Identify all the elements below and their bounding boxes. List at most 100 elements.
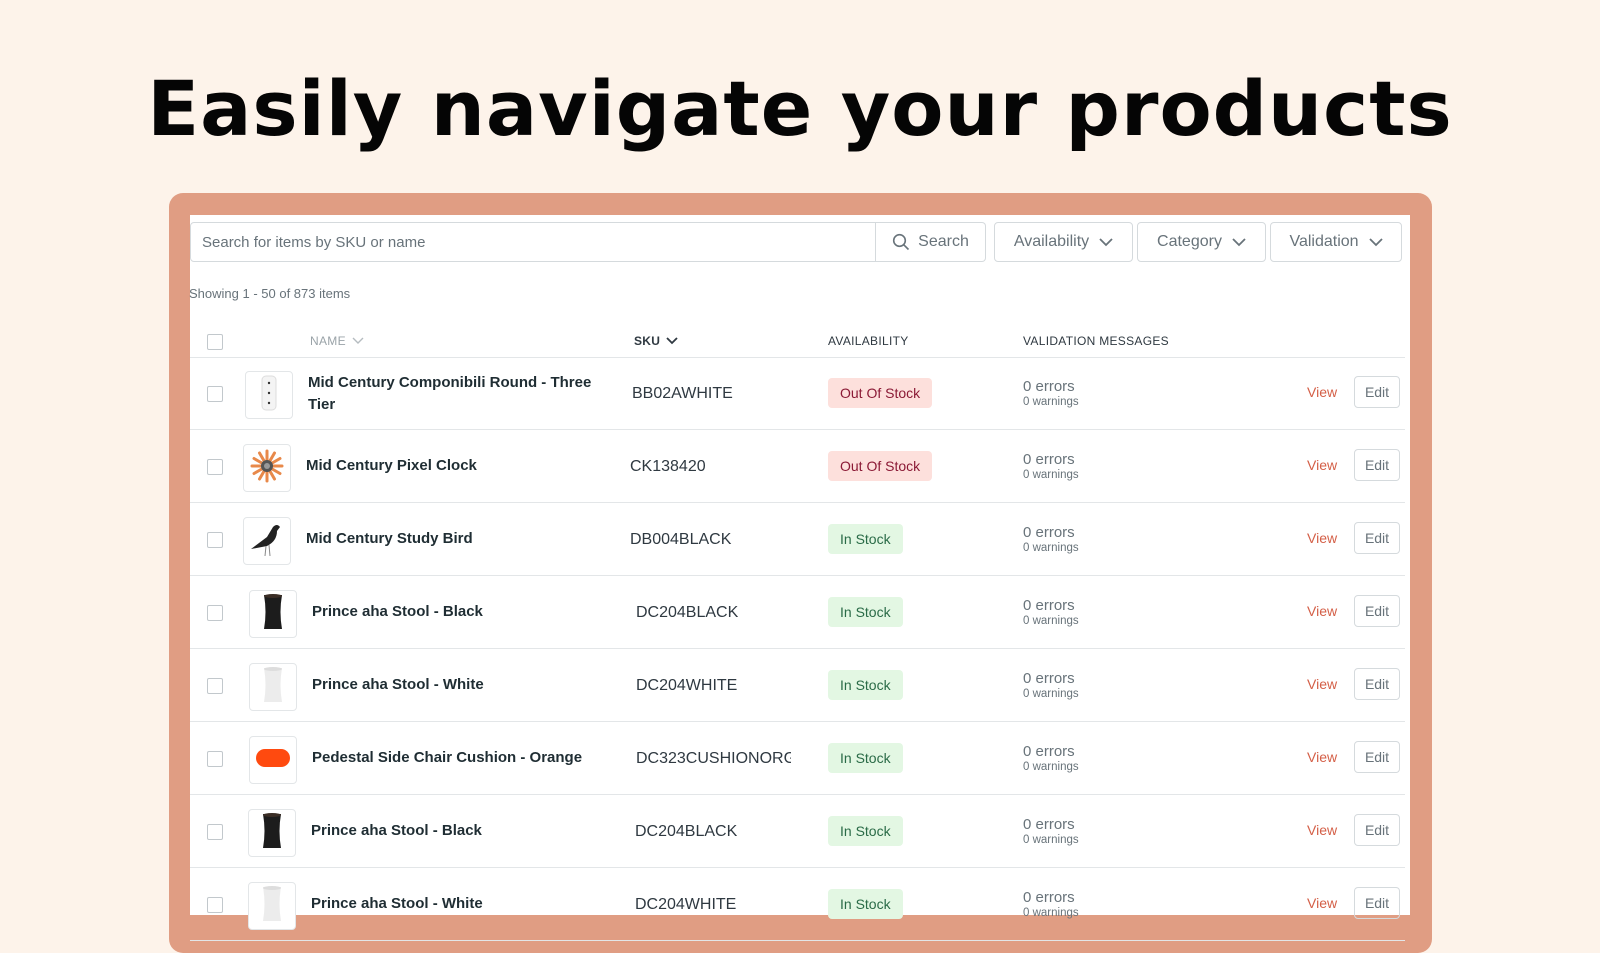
warning-count: 0 warnings <box>1023 396 1079 408</box>
toolbar: Search for items by SKU or name Search A… <box>190 222 1402 264</box>
product-thumbnail <box>249 736 297 784</box>
column-validation: VALIDATION MESSAGES <box>1023 334 1169 348</box>
row-checkbox[interactable] <box>207 459 223 475</box>
search-button[interactable]: Search <box>876 222 986 262</box>
warning-count: 0 warnings <box>1023 615 1079 627</box>
availability-filter-label: Availability <box>1013 233 1090 250</box>
column-name[interactable]: NAME <box>310 334 364 348</box>
validation-messages: 0 errors 0 warnings <box>1023 670 1079 701</box>
product-sku: DC323CUSHIONORG <box>636 750 791 767</box>
view-link[interactable]: View <box>1307 530 1337 546</box>
availability-badge: Out Of Stock <box>828 451 933 481</box>
edit-button[interactable]: Edit <box>1354 741 1400 773</box>
edit-button[interactable]: Edit <box>1354 595 1400 627</box>
black-stool-icon <box>258 811 286 856</box>
validation-messages: 0 errors 0 warnings <box>1023 378 1079 409</box>
availability-badge: In Stock <box>828 889 903 919</box>
validation-messages: 0 errors 0 warnings <box>1023 743 1079 774</box>
product-name[interactable]: Mid Century Study Bird <box>306 528 606 550</box>
table-row[interactable]: Mid Century Study Bird DB004BLACK In Sto… <box>190 503 1405 576</box>
product-name[interactable]: Prince aha Stool - Black <box>312 601 612 623</box>
product-thumbnail <box>249 663 297 711</box>
table-row[interactable]: Prince aha Stool - White DC204WHITE In S… <box>190 649 1405 722</box>
warning-count: 0 warnings <box>1023 907 1079 919</box>
magnifier-icon <box>893 233 910 251</box>
product-sku: DC204BLACK <box>636 604 739 621</box>
table-row[interactable]: Prince aha Stool - Black DC204BLACK In S… <box>190 795 1405 868</box>
table-row[interactable]: Mid Century Pixel Clock CK138420 Out Of … <box>190 430 1405 503</box>
view-link[interactable]: View <box>1307 895 1337 911</box>
row-checkbox[interactable] <box>207 532 223 548</box>
edit-button[interactable]: Edit <box>1354 814 1400 846</box>
validation-messages: 0 errors 0 warnings <box>1023 889 1079 920</box>
row-checkbox[interactable] <box>207 678 223 694</box>
search-input[interactable]: Search for items by SKU or name <box>190 222 876 262</box>
availability-filter[interactable]: Availability <box>994 222 1133 262</box>
edit-button[interactable]: Edit <box>1354 449 1400 481</box>
table-row[interactable]: Prince aha Stool - White DC204WHITE In S… <box>190 868 1405 941</box>
edit-button[interactable]: Edit <box>1354 522 1400 554</box>
view-link[interactable]: View <box>1307 384 1337 400</box>
edit-button[interactable]: Edit <box>1354 668 1400 700</box>
warning-count: 0 warnings <box>1023 542 1079 554</box>
product-sku: DC204WHITE <box>636 677 738 694</box>
product-name[interactable]: Mid Century Componibili Round - Three Ti… <box>308 372 608 416</box>
product-name[interactable]: Prince aha Stool - Black <box>311 820 611 842</box>
error-count: 0 errors <box>1023 597 1075 614</box>
edit-button[interactable]: Edit <box>1354 376 1400 408</box>
table-row[interactable]: Pedestal Side Chair Cushion - Orange DC3… <box>190 722 1405 795</box>
view-link[interactable]: View <box>1307 749 1337 765</box>
validation-filter[interactable]: Validation <box>1270 222 1402 262</box>
error-count: 0 errors <box>1023 451 1075 468</box>
product-name[interactable]: Pedestal Side Chair Cushion - Orange <box>312 747 612 769</box>
error-count: 0 errors <box>1023 670 1075 687</box>
row-checkbox[interactable] <box>207 605 223 621</box>
validation-messages: 0 errors 0 warnings <box>1023 597 1079 628</box>
category-filter[interactable]: Category <box>1137 222 1266 262</box>
availability-badge: In Stock <box>828 670 903 700</box>
product-thumbnail <box>243 444 291 492</box>
row-checkbox[interactable] <box>207 751 223 767</box>
white-cabinet-icon <box>254 373 284 418</box>
white-stool-icon <box>258 884 286 929</box>
product-name[interactable]: Prince aha Stool - White <box>312 674 612 696</box>
column-availability: AVAILABILITY <box>828 334 909 348</box>
validation-messages: 0 errors 0 warnings <box>1023 816 1079 847</box>
sunburst-clock-icon <box>249 448 285 489</box>
view-link[interactable]: View <box>1307 822 1337 838</box>
availability-badge: Out Of Stock <box>828 378 933 408</box>
validation-filter-label: Validation <box>1289 233 1359 250</box>
select-all-checkbox[interactable] <box>207 334 223 350</box>
product-thumbnail <box>245 371 293 419</box>
headline: Easily navigate your products <box>147 64 1453 153</box>
black-bird-icon <box>247 519 287 564</box>
product-thumbnail <box>248 809 296 857</box>
product-sku: DB004BLACK <box>630 531 732 548</box>
view-link[interactable]: View <box>1307 457 1337 473</box>
table-row[interactable]: Prince aha Stool - Black DC204BLACK In S… <box>190 576 1405 649</box>
column-sku-label: SKU <box>634 334 661 348</box>
edit-button[interactable]: Edit <box>1354 887 1400 919</box>
product-sku: CK138420 <box>630 458 706 475</box>
view-link[interactable]: View <box>1307 676 1337 692</box>
error-count: 0 errors <box>1023 378 1075 395</box>
product-sku: DC204WHITE <box>635 896 737 913</box>
availability-badge: In Stock <box>828 743 903 773</box>
search-placeholder: Search for items by SKU or name <box>202 233 426 251</box>
row-checkbox[interactable] <box>207 824 223 840</box>
error-count: 0 errors <box>1023 816 1075 833</box>
view-link[interactable]: View <box>1307 603 1337 619</box>
results-count: Showing 1 - 50 of 873 items <box>189 286 351 301</box>
table-row[interactable]: Mid Century Componibili Round - Three Ti… <box>190 357 1405 430</box>
column-sku[interactable]: SKU <box>634 334 678 348</box>
product-name[interactable]: Mid Century Pixel Clock <box>306 455 606 477</box>
product-sku: BB02AWHITE <box>632 385 733 402</box>
row-checkbox[interactable] <box>207 386 223 402</box>
chevron-down-icon <box>1368 237 1383 246</box>
warning-count: 0 warnings <box>1023 834 1079 846</box>
product-name[interactable]: Prince aha Stool - White <box>311 893 611 915</box>
row-checkbox[interactable] <box>207 897 223 913</box>
product-thumbnail <box>243 517 291 565</box>
product-thumbnail <box>248 882 296 930</box>
orange-cushion-icon <box>254 746 292 775</box>
